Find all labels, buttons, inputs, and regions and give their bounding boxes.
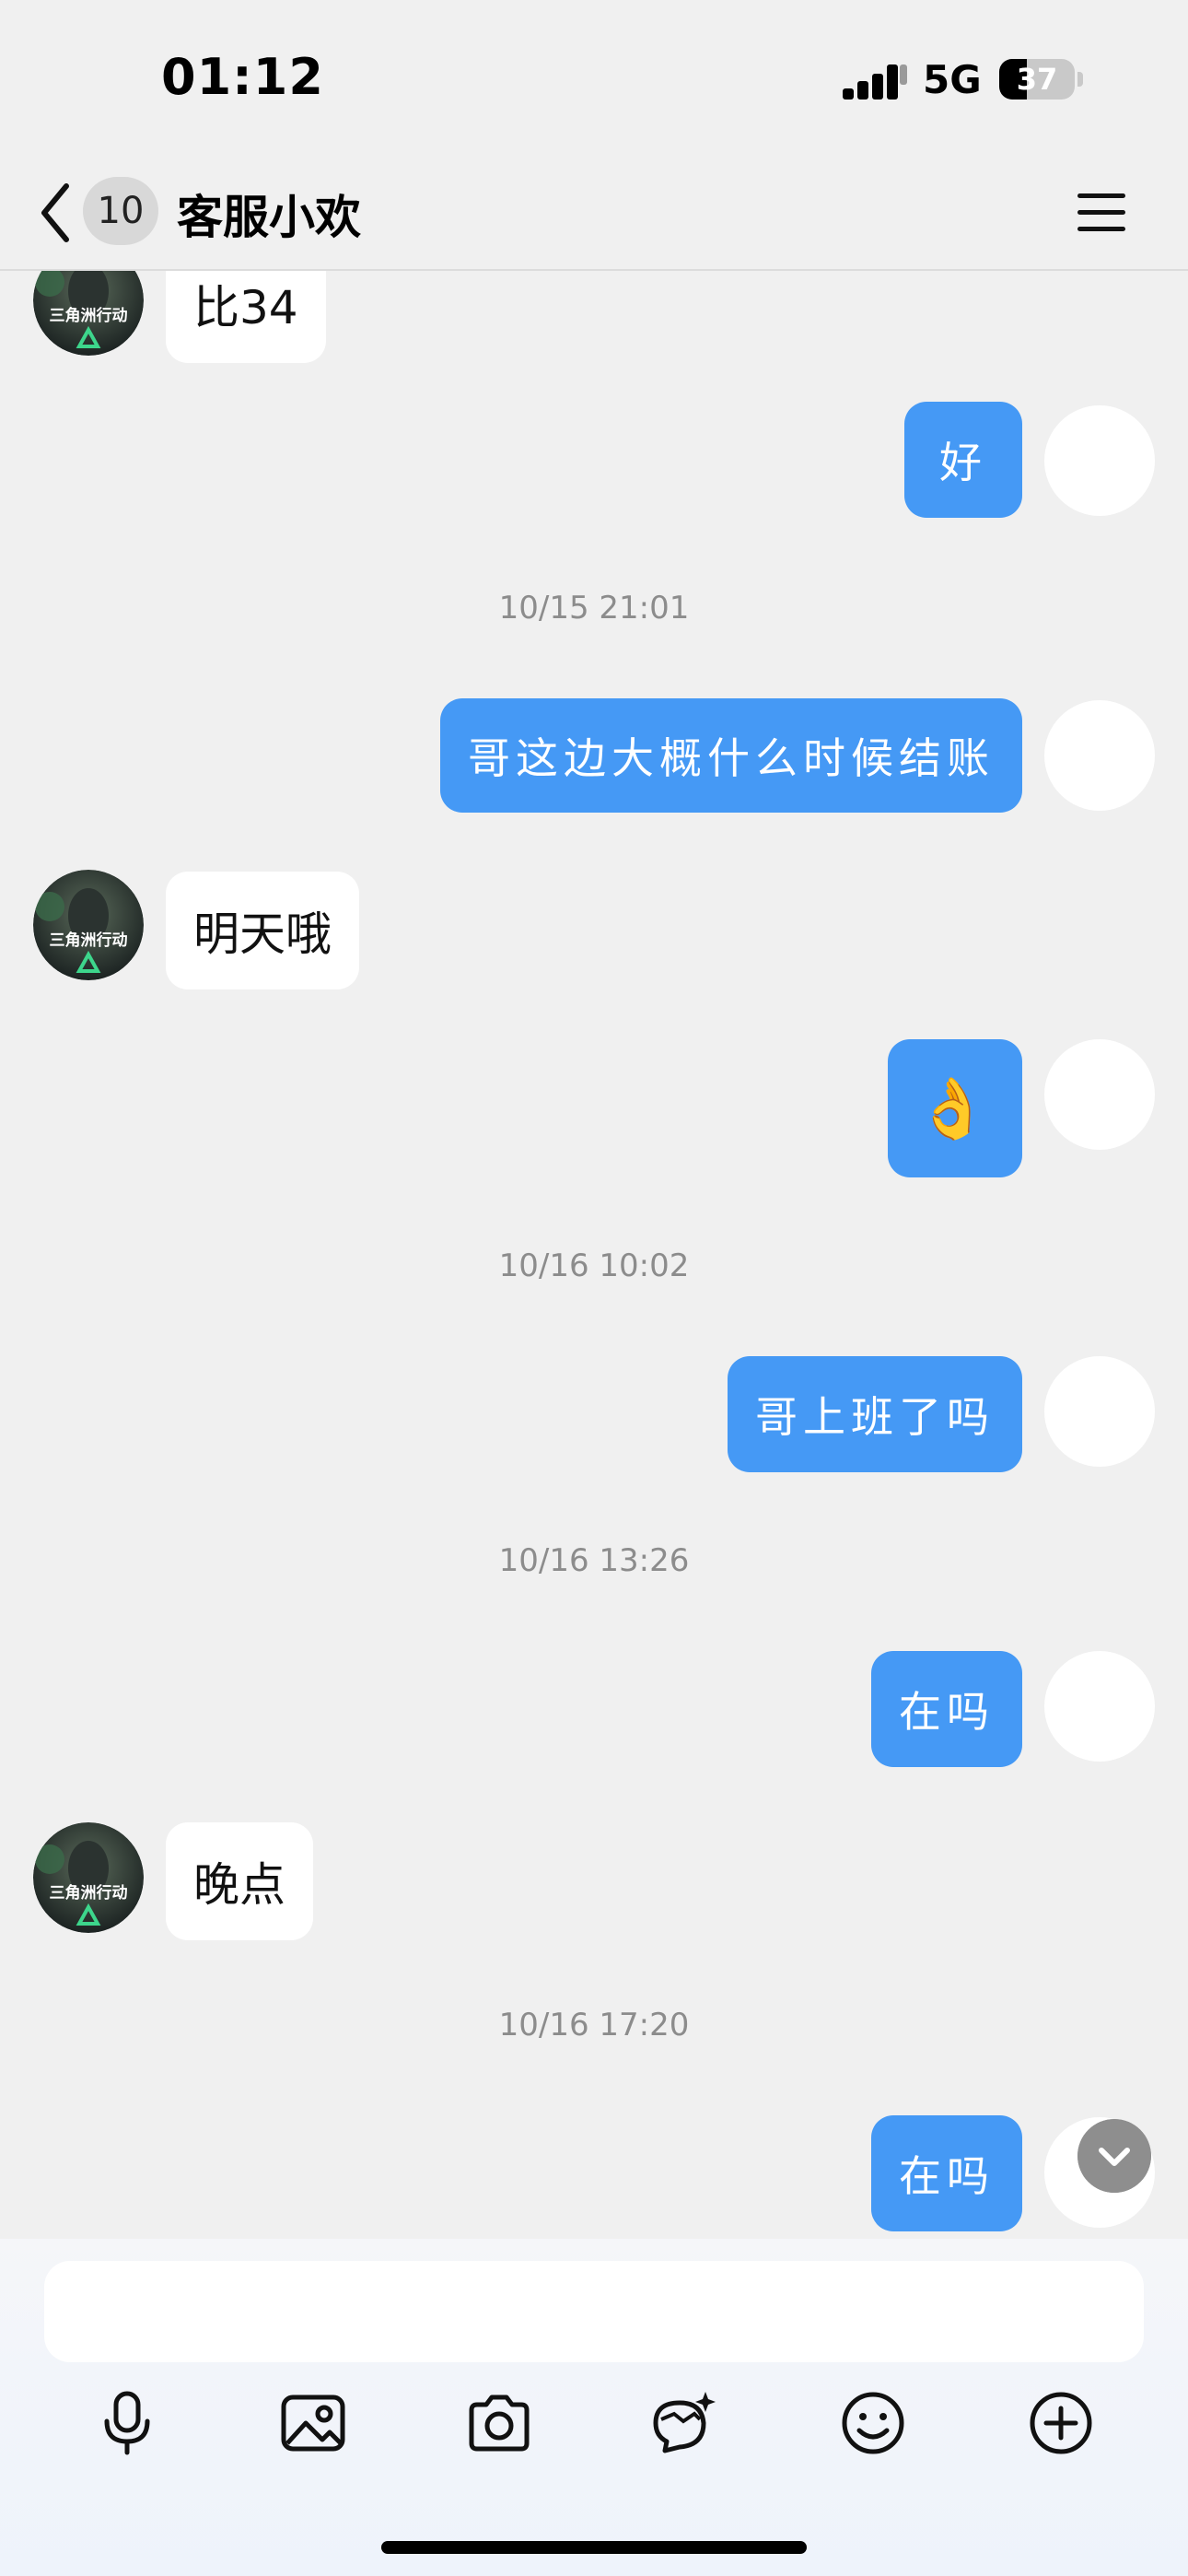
menu-icon[interactable] — [1076, 188, 1127, 238]
cellular-signal-icon — [843, 64, 907, 100]
message-bubble-outgoing[interactable]: 在吗 — [871, 2115, 1022, 2231]
user-avatar[interactable] — [1044, 1356, 1155, 1467]
scroll-to-bottom-button[interactable] — [1077, 2119, 1151, 2193]
composer — [0, 2239, 1188, 2576]
agent-avatar[interactable]: 三角洲行动 — [33, 269, 144, 356]
battery-percent: 37 — [1016, 62, 1058, 97]
chat-title: 客服小欢 — [177, 191, 361, 244]
user-avatar[interactable] — [1044, 405, 1155, 516]
network-type: 5G — [923, 57, 982, 102]
svg-text:三角洲行动: 三角洲行动 — [50, 306, 128, 325]
message-input[interactable] — [44, 2261, 1144, 2362]
microphone-icon[interactable] — [90, 2386, 164, 2460]
svg-text:三角洲行动: 三角洲行动 — [50, 1883, 128, 1903]
message-bubble-incoming[interactable]: 明天哦 — [166, 872, 359, 989]
agent-avatar[interactable]: 三角洲行动 — [33, 870, 144, 980]
agent-avatar[interactable]: 三角洲行动 — [33, 1822, 144, 1933]
message-bubble-outgoing[interactable]: 好 — [904, 402, 1022, 518]
emoji-icon[interactable] — [836, 2386, 910, 2460]
status-time: 01:12 — [161, 48, 324, 106]
message-bubble-outgoing[interactable]: 在吗 — [871, 1651, 1022, 1767]
battery-tip — [1077, 72, 1083, 87]
status-bar: 01:12 5G 37 — [0, 0, 1188, 157]
sticker-icon[interactable] — [646, 2386, 720, 2460]
user-avatar[interactable] — [1044, 700, 1155, 811]
message-bubble-incoming[interactable]: 晚点 — [166, 1822, 313, 1940]
message-list[interactable]: 三角洲行动 比34 好 10/15 21:01 哥这边大概什么时候结账 三角洲行… — [0, 269, 1188, 2239]
unread-count-badge[interactable]: 10 — [83, 177, 158, 245]
battery-icon: 37 — [999, 59, 1075, 100]
message-timestamp: 10/16 17:20 — [498, 2007, 690, 2043]
image-icon[interactable] — [276, 2386, 350, 2460]
chat-header: 10 客服小欢 — [0, 157, 1188, 271]
message-bubble-outgoing[interactable]: 哥上班了吗 — [728, 1356, 1022, 1472]
message-bubble-outgoing[interactable]: 哥这边大概什么时候结账 — [440, 698, 1022, 813]
message-timestamp: 10/16 10:02 — [498, 1247, 690, 1284]
chevron-left-icon[interactable] — [37, 179, 74, 247]
ok-hand-emoji: 👌 — [915, 1074, 995, 1143]
camera-icon[interactable] — [462, 2386, 536, 2460]
user-avatar[interactable] — [1044, 1039, 1155, 1150]
message-bubble-outgoing[interactable]: 👌 — [888, 1039, 1022, 1177]
message-timestamp: 10/15 21:01 — [498, 590, 690, 626]
message-bubble-incoming[interactable]: 比34 — [166, 269, 326, 363]
svg-text:三角洲行动: 三角洲行动 — [50, 931, 128, 950]
plus-icon[interactable] — [1024, 2386, 1098, 2460]
message-timestamp: 10/16 13:26 — [498, 1542, 690, 1579]
user-avatar[interactable] — [1044, 1651, 1155, 1762]
home-indicator[interactable] — [381, 2541, 807, 2554]
